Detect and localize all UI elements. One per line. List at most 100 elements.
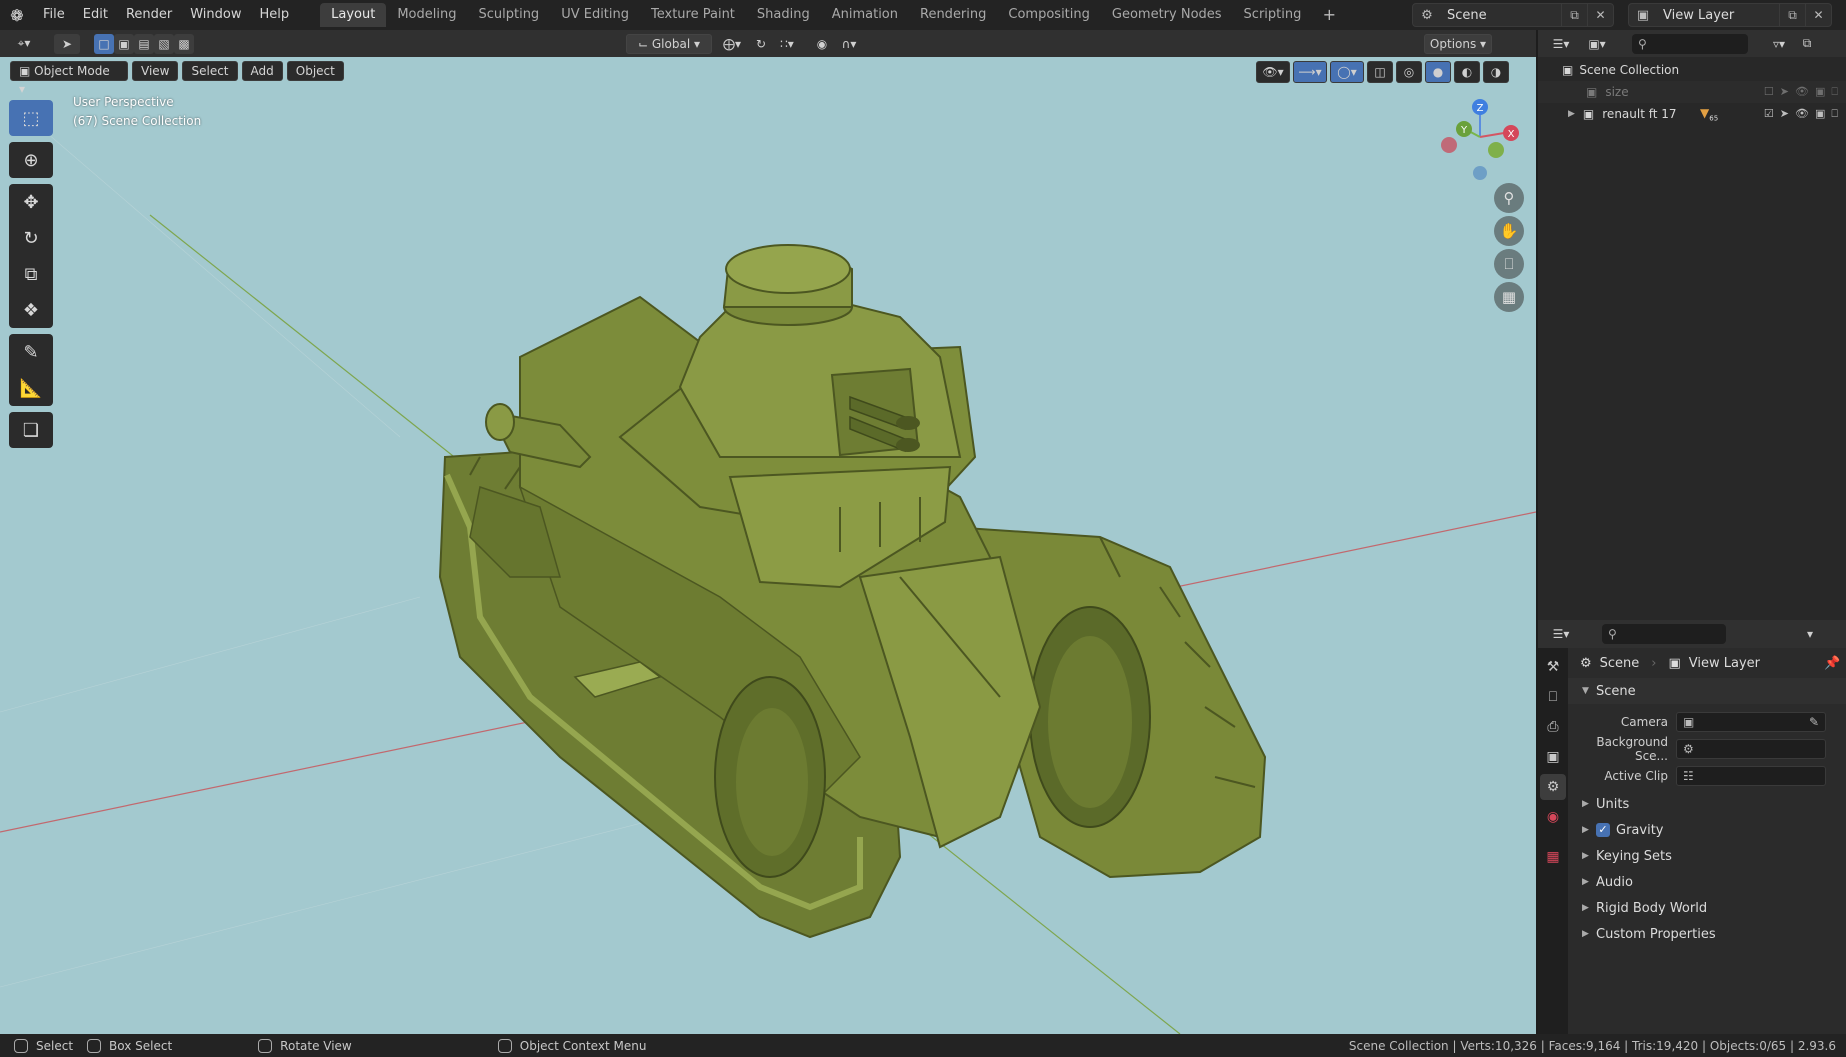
- selectable-arrow-icon[interactable]: ➤: [1780, 107, 1789, 121]
- navigation-gizmo[interactable]: Z Y X: [1441, 99, 1519, 180]
- selectable-arrow-icon[interactable]: ➤: [1780, 85, 1789, 99]
- editor-type-icon[interactable]: ⌖▾: [6, 34, 42, 54]
- select-menu[interactable]: Select: [182, 61, 238, 81]
- solid-shading-icon[interactable]: ●: [1425, 61, 1451, 83]
- tab-rendering[interactable]: Rendering: [909, 3, 997, 27]
- snap-toggle-icon[interactable]: ↻: [750, 34, 772, 54]
- zoom-icon[interactable]: ⚲: [1494, 183, 1524, 213]
- audio-subpanel[interactable]: ▶ Audio: [1568, 869, 1846, 895]
- gizmo-neg-y-icon[interactable]: [1488, 142, 1504, 158]
- gizmo-neg-x-icon[interactable]: [1441, 137, 1457, 153]
- scale-tool-icon[interactable]: ⧉: [9, 256, 53, 292]
- scene-tab-icon[interactable]: ⚙: [1540, 774, 1566, 800]
- render-tab-icon[interactable]: ⎕: [1540, 684, 1566, 710]
- menu-render[interactable]: Render: [117, 0, 181, 30]
- eye-icon[interactable]: 👁: [1795, 85, 1809, 99]
- tab-texture-paint[interactable]: Texture Paint: [640, 3, 746, 27]
- material-shading-icon[interactable]: ◐: [1454, 61, 1480, 83]
- eyedropper-icon[interactable]: ✎: [1809, 715, 1825, 729]
- visibility-icon[interactable]: 👁▾: [1256, 61, 1290, 83]
- monitor-icon[interactable]: ▣: [1815, 85, 1825, 99]
- delete-scene-icon[interactable]: ✕: [1587, 4, 1613, 26]
- object-menu[interactable]: Object: [286, 61, 344, 81]
- select-invert-icon[interactable]: ▧: [154, 33, 174, 54]
- chevron-down-icon[interactable]: ▾: [1800, 624, 1820, 644]
- pivot-point-icon[interactable]: ⨁▾: [716, 34, 748, 54]
- outliner-item-size[interactable]: ▣ size ☐ ➤ 👁 ▣ ⎕: [1538, 81, 1846, 103]
- ortho-grid-icon[interactable]: ▦: [1494, 282, 1524, 312]
- options-dropdown[interactable]: Options ▾: [1424, 33, 1492, 54]
- add-menu[interactable]: Add: [241, 61, 283, 81]
- delete-view-layer-icon[interactable]: ✕: [1805, 4, 1831, 26]
- view-menu[interactable]: View: [132, 61, 179, 81]
- menu-file[interactable]: File: [34, 0, 74, 30]
- eye-icon[interactable]: 👁: [1795, 107, 1809, 121]
- camera-icon[interactable]: ⎕: [1831, 107, 1838, 121]
- scene-panel-header[interactable]: ▼ Scene: [1568, 678, 1846, 704]
- monitor-icon[interactable]: ▣: [1815, 107, 1825, 121]
- menu-help[interactable]: Help: [251, 0, 299, 30]
- select-box-tool-icon[interactable]: ⬚: [9, 100, 53, 136]
- filter-icon[interactable]: ▿▾: [1762, 34, 1796, 54]
- properties-editor-type-icon[interactable]: ☰▾: [1544, 624, 1578, 644]
- cursor-tool-icon[interactable]: ⊕: [9, 142, 53, 178]
- background-scene-field[interactable]: ⚙: [1676, 738, 1826, 759]
- camera-view-icon[interactable]: ⎕: [1494, 249, 1524, 279]
- proportional-edit-icon[interactable]: ◉: [810, 34, 834, 54]
- select-subtract-icon[interactable]: ▤: [134, 33, 154, 54]
- tool-tab-icon[interactable]: ⚒: [1540, 654, 1566, 680]
- new-collection-icon[interactable]: ⧉: [1796, 34, 1818, 54]
- gravity-checkbox[interactable]: ✓: [1596, 823, 1610, 837]
- camera-field[interactable]: ▣ ✎: [1676, 711, 1826, 732]
- wireframe-shading-icon[interactable]: ◎: [1396, 61, 1422, 83]
- new-view-layer-icon[interactable]: ⧉: [1779, 4, 1805, 26]
- transform-orientation-dropdown[interactable]: ⌙ Global ▾: [626, 33, 712, 54]
- output-tab-icon[interactable]: ⎙: [1540, 714, 1566, 740]
- rigid-body-world-subpanel[interactable]: ▶ Rigid Body World: [1568, 895, 1846, 921]
- object-mode-dropdown[interactable]: ▣ Object Mode ▾: [10, 61, 128, 96]
- exclude-checkbox-icon[interactable]: ☑: [1764, 107, 1774, 121]
- viewport-scene[interactable]: Z Y X: [0, 57, 1536, 1034]
- tab-animation[interactable]: Animation: [821, 3, 909, 27]
- tab-layout[interactable]: Layout: [320, 3, 387, 27]
- add-workspace-button[interactable]: +: [1318, 4, 1340, 26]
- tab-compositing[interactable]: Compositing: [997, 3, 1101, 27]
- rotate-tool-icon[interactable]: ↻: [9, 220, 53, 256]
- texture-tab-icon[interactable]: ▦: [1540, 844, 1566, 870]
- scene-selector[interactable]: ⚙ Scene ⧉ ✕: [1412, 3, 1614, 27]
- transform-tool-icon[interactable]: ❖: [9, 292, 53, 328]
- tab-modeling[interactable]: Modeling: [386, 3, 467, 27]
- camera-icon[interactable]: ⎕: [1831, 85, 1838, 99]
- outliner-editor-type-icon[interactable]: ☰▾: [1544, 34, 1578, 54]
- menu-window[interactable]: Window: [181, 0, 250, 30]
- display-mode-icon[interactable]: ▣▾: [1580, 34, 1614, 54]
- pin-icon[interactable]: 📌: [1824, 656, 1840, 671]
- move-tool-icon[interactable]: ✥: [9, 184, 53, 220]
- select-intersect-icon[interactable]: ▩: [174, 33, 194, 54]
- view-layer-selector[interactable]: ▣ View Layer ⧉ ✕: [1628, 3, 1832, 27]
- view-layer-tab-icon[interactable]: ▣: [1540, 744, 1566, 770]
- world-tab-icon[interactable]: ◉: [1540, 804, 1566, 830]
- keying-sets-subpanel[interactable]: ▶ Keying Sets: [1568, 843, 1846, 869]
- rendered-shading-icon[interactable]: ◑: [1483, 61, 1509, 83]
- gizmo-toggle-icon[interactable]: ⟶▾: [1293, 61, 1327, 83]
- gravity-subpanel[interactable]: ▶ ✓ Gravity: [1568, 817, 1846, 843]
- properties-search-input[interactable]: ⚲: [1602, 624, 1726, 644]
- new-scene-icon[interactable]: ⧉: [1561, 4, 1587, 26]
- tab-sculpting[interactable]: Sculpting: [467, 3, 550, 27]
- measure-tool-icon[interactable]: 📐: [9, 370, 53, 406]
- tab-scripting[interactable]: Scripting: [1233, 3, 1313, 27]
- gizmo-neg-z-icon[interactable]: [1473, 166, 1487, 180]
- view-layer-name[interactable]: View Layer: [1657, 8, 1779, 23]
- pan-hand-icon[interactable]: ✋: [1494, 216, 1524, 246]
- tank-model[interactable]: [438, 244, 1267, 939]
- falloff-icon[interactable]: ∩▾: [834, 34, 864, 54]
- blender-logo-icon[interactable]: ❁: [0, 0, 34, 30]
- custom-properties-subpanel[interactable]: ▶ Custom Properties: [1568, 921, 1846, 947]
- xray-icon[interactable]: ◫: [1367, 61, 1393, 83]
- snap-target-icon[interactable]: ∷▾: [772, 34, 802, 54]
- menu-edit[interactable]: Edit: [74, 0, 117, 30]
- 3d-viewport[interactable]: Z Y X ▣ Object Mode ▾ View Select Add Ob…: [0, 57, 1536, 1034]
- outliner-item-renault[interactable]: ▶ ▣ renault ft 17 ▼65 ☑ ➤ 👁 ▣ ⎕: [1538, 103, 1846, 125]
- outliner[interactable]: ▣ Scene Collection ▣ size ☐ ➤ 👁 ▣ ⎕ ▶ ▣ …: [1538, 57, 1846, 620]
